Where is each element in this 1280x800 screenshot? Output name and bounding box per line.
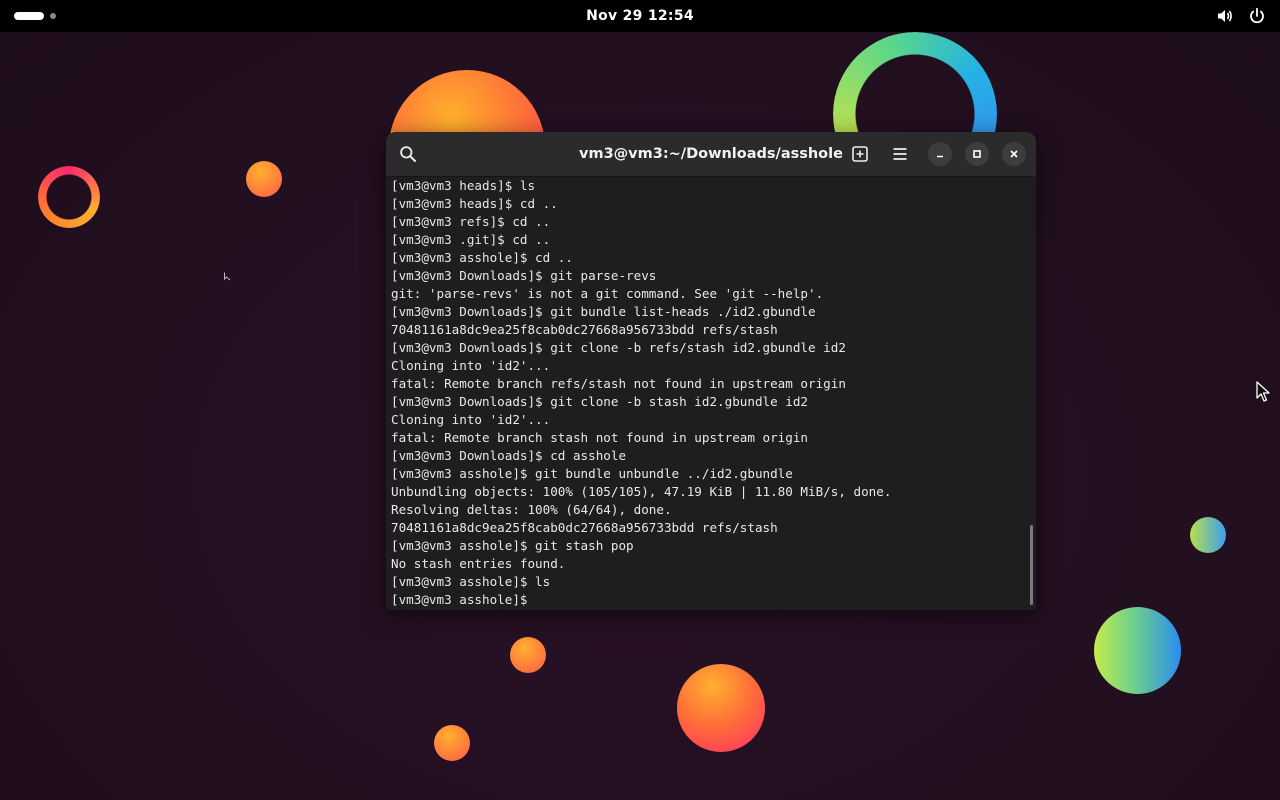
terminal-line-text: [vm3@vm3 refs]$ cd ..: [391, 214, 551, 229]
terminal-line-text: No stash entries found.: [391, 556, 566, 571]
terminal-output-area[interactable]: [vm3@vm3 heads]$ ls [vm3@vm3 heads]$ cd .…: [386, 177, 1036, 610]
terminal-headerbar[interactable]: vm3@vm3:~/Downloads/asshole: [386, 132, 1036, 177]
terminal-line-text: fatal: Remote branch refs/stash not foun…: [391, 376, 846, 391]
terminal-line: [vm3@vm3 refs]$ cd ..: [391, 213, 891, 231]
terminal-line: [vm3@vm3 asshole]$ git bundle unbundle .…: [391, 465, 891, 483]
terminal-line-text: [vm3@vm3 asshole]$ cd ..: [391, 250, 573, 265]
terminal-line: No stash entries found.: [391, 555, 891, 573]
close-icon: [1010, 150, 1018, 158]
clock-button[interactable]: Nov 29 12:54: [586, 8, 694, 24]
terminal-line-text: Cloning into 'id2'...: [391, 412, 551, 427]
search-icon: [400, 146, 416, 162]
terminal-line: [vm3@vm3 Downloads]$ git parse-revs: [391, 267, 891, 285]
terminal-line: fatal: Remote branch refs/stash not foun…: [391, 375, 891, 393]
top-bar: Nov 29 12:54: [0, 0, 1280, 32]
terminal-line-text: [vm3@vm3 asshole]$ git stash pop: [391, 538, 634, 553]
terminal-line: fatal: Remote branch stash not found in …: [391, 429, 891, 447]
terminal-line-text: 70481161a8dc9ea25f8cab0dc27668a956733bdd…: [391, 520, 778, 535]
terminal-line-text: [vm3@vm3 heads]$ ls: [391, 178, 536, 193]
terminal-line: [vm3@vm3 Downloads]$ git clone -b refs/s…: [391, 339, 891, 357]
terminal-line: Unbundling objects: 100% (105/105), 47.1…: [391, 483, 891, 501]
new-tab-button[interactable]: [846, 140, 874, 168]
system-tray[interactable]: [1216, 7, 1266, 25]
close-button[interactable]: [1002, 142, 1026, 166]
terminal-line: [vm3@vm3 heads]$ ls: [391, 177, 891, 195]
activities-button[interactable]: [14, 12, 56, 20]
new-tab-icon: [852, 146, 868, 162]
terminal-line-text: [vm3@vm3 asshole]$ git bundle unbundle .…: [391, 466, 793, 481]
minimize-button[interactable]: [928, 142, 952, 166]
maximize-icon: [973, 150, 981, 158]
terminal-line: git: 'parse-revs' is not a git command. …: [391, 285, 891, 303]
mouse-pointer-icon: [1256, 381, 1270, 402]
terminal-line: [vm3@vm3 asshole]$: [391, 591, 891, 609]
search-button[interactable]: [394, 140, 422, 168]
terminal-line: [vm3@vm3 asshole]$ git stash pop: [391, 537, 891, 555]
terminal-line: [vm3@vm3 .git]$ cd ..: [391, 231, 891, 249]
terminal-line: [vm3@vm3 heads]$ cd ..: [391, 195, 891, 213]
clock-area: Nov 29 12:54: [0, 0, 1280, 32]
terminal-line: Cloning into 'id2'...: [391, 357, 891, 375]
terminal-line: [vm3@vm3 Downloads]$ git bundle list-hea…: [391, 303, 891, 321]
minimize-icon: [937, 155, 943, 158]
workspace-indicator-inactive: [50, 13, 56, 19]
terminal-line-text: Unbundling objects: 100% (105/105), 47.1…: [391, 484, 892, 499]
terminal-line-text: [vm3@vm3 Downloads]$ git parse-revs: [391, 268, 657, 283]
terminal-cursor: [535, 592, 543, 607]
decor-sphere-small-orange: [246, 161, 282, 197]
decor-sphere-blue-large: [1094, 607, 1181, 694]
decor-sphere-blue-small: [1190, 517, 1226, 553]
terminal-window[interactable]: vm3@vm3:~/Downloads/asshole [vm3@vm3 hea…: [386, 132, 1036, 610]
terminal-line-text: [vm3@vm3 Downloads]$ git bundle list-hea…: [391, 304, 816, 319]
main-menu-button[interactable]: [886, 140, 914, 168]
terminal-line-text: [vm3@vm3 heads]$ cd ..: [391, 196, 558, 211]
terminal-line-text: 70481161a8dc9ea25f8cab0dc27668a956733bdd…: [391, 322, 778, 337]
terminal-line-text: [vm3@vm3 asshole]$: [391, 592, 536, 607]
maximize-button[interactable]: [965, 142, 989, 166]
terminal-line: [vm3@vm3 Downloads]$ cd asshole: [391, 447, 891, 465]
terminal-line-text: [vm3@vm3 asshole]$ ls: [391, 574, 551, 589]
terminal-line: [vm3@vm3 asshole]$ ls: [391, 573, 891, 591]
power-icon[interactable]: [1248, 7, 1266, 25]
terminal-line-text: Resolving deltas: 100% (64/64), done.: [391, 502, 672, 517]
terminal-line: 70481161a8dc9ea25f8cab0dc27668a956733bdd…: [391, 519, 891, 537]
decor-sphere-orange-bottom-left: [434, 725, 470, 761]
volume-icon[interactable]: [1216, 7, 1234, 25]
terminal-line: [vm3@vm3 Downloads]$ git clone -b stash …: [391, 393, 891, 411]
terminal-line-text: git: 'parse-revs' is not a git command. …: [391, 286, 824, 301]
small-pointer-mark: [224, 272, 231, 281]
terminal-line-text: [vm3@vm3 Downloads]$ cd asshole: [391, 448, 627, 463]
terminal-line: Cloning into 'id2'...: [391, 411, 891, 429]
terminal-line: [vm3@vm3 asshole]$ cd ..: [391, 249, 891, 267]
terminal-scrollbar[interactable]: [1030, 525, 1033, 605]
terminal-line: 70481161a8dc9ea25f8cab0dc27668a956733bdd…: [391, 321, 891, 339]
terminal-line-text: [vm3@vm3 Downloads]$ git clone -b stash …: [391, 394, 809, 409]
decor-sphere-orange-big-bottom: [677, 664, 765, 752]
decor-ring-left: [38, 166, 100, 228]
terminal-line-text: fatal: Remote branch stash not found in …: [391, 430, 809, 445]
terminal-lines: [vm3@vm3 heads]$ ls [vm3@vm3 heads]$ cd .…: [391, 177, 891, 609]
workspace-indicator-active: [14, 12, 44, 20]
terminal-line-text: [vm3@vm3 .git]$ cd ..: [391, 232, 551, 247]
window-title: vm3@vm3:~/Downloads/asshole: [579, 146, 843, 162]
terminal-line-text: [vm3@vm3 Downloads]$ git clone -b refs/s…: [391, 340, 846, 355]
terminal-line: Resolving deltas: 100% (64/64), done.: [391, 501, 891, 519]
terminal-line-text: Cloning into 'id2'...: [391, 358, 551, 373]
menu-icon: [893, 148, 907, 160]
decor-sphere-orange-mid: [510, 637, 546, 673]
